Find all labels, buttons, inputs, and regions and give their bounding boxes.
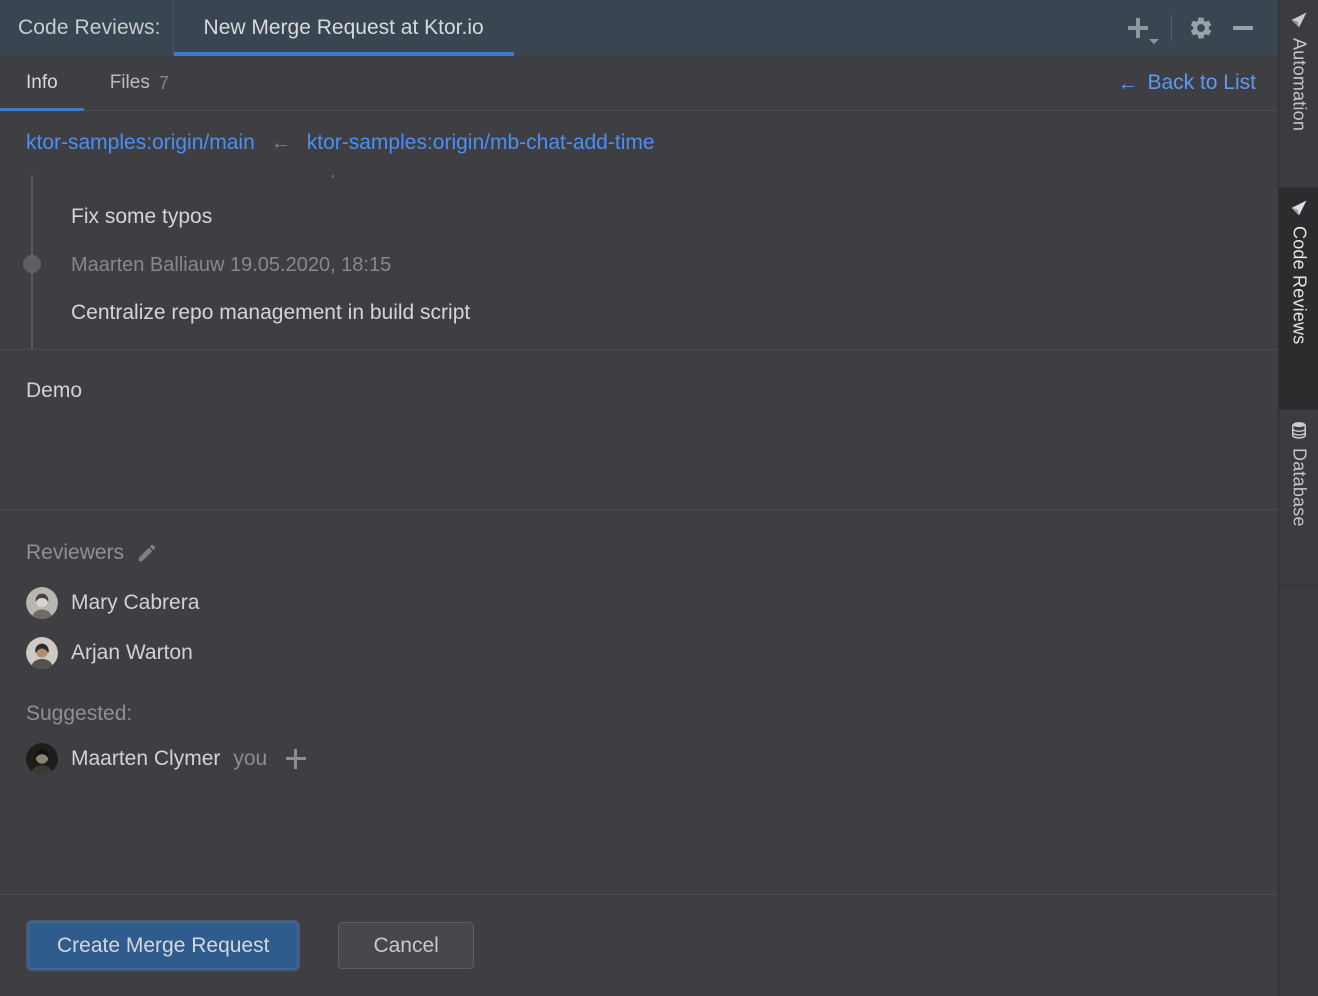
code-reviews-icon <box>1291 200 1307 216</box>
back-to-list-link[interactable]: ← Back to List <box>1117 71 1278 95</box>
app-window: Code Reviews: New Merge Request at Ktor.… <box>0 0 1318 996</box>
footer-bar: Create Merge Request Cancel <box>0 894 1278 996</box>
commit-list[interactable]: Maarten Balliauw 26.05.2020, 17:30 Fix s… <box>0 175 1278 350</box>
automation-icon <box>1291 12 1307 28</box>
commit-meta: Maarten Balliauw 26.05.2020, 17:30 <box>71 175 1278 189</box>
app-label: Code Reviews: <box>18 16 161 39</box>
add-button[interactable] <box>1113 7 1163 49</box>
tab-files[interactable]: Files 7 <box>84 56 195 111</box>
minimize-button[interactable] <box>1222 7 1264 49</box>
suggested-label: Suggested: <box>26 702 133 725</box>
source-branch-link[interactable]: ktor-samples:origin/mb-chat-add-time <box>307 131 655 155</box>
avatar-image <box>26 587 58 619</box>
gear-icon <box>1190 17 1212 39</box>
tab-info[interactable]: Info <box>0 56 84 111</box>
commit-row[interactable]: Centralize repo management in build scri… <box>0 285 1278 341</box>
tab-info-label: Info <box>26 72 58 93</box>
suggested-reviewer-row[interactable]: Maarten Clymer you <box>26 734 1252 784</box>
reviewer-row[interactable]: Arjan Warton <box>26 628 1252 678</box>
arrow-left-icon: ← <box>1117 71 1139 95</box>
tab-info-underline <box>0 107 84 111</box>
avatar <box>26 587 58 619</box>
description-section[interactable]: Demo <box>0 350 1278 510</box>
sub-tab-bar: Info Files 7 ← Back to List <box>0 56 1278 111</box>
commit-title: Fix some typos <box>71 205 213 228</box>
commit-row[interactable]: Fix some typos Maarten Balliauw 19.05.20… <box>0 189 1278 285</box>
branch-row: ktor-samples:origin/main ← ktor-samples:… <box>0 111 1278 175</box>
rail-tab-automation-label: Automation <box>1289 38 1310 132</box>
reviewers-header: Reviewers <box>26 536 1252 570</box>
minimize-icon <box>1233 26 1253 30</box>
add-reviewer-icon[interactable] <box>286 749 307 769</box>
rail-tab-database[interactable]: Database <box>1279 410 1318 586</box>
target-branch-link[interactable]: ktor-samples:origin/main <box>26 131 255 155</box>
reviewer-row[interactable]: Mary Cabrera <box>26 578 1252 628</box>
action-divider <box>1171 15 1172 41</box>
create-merge-request-button[interactable]: Create Merge Request <box>28 922 299 969</box>
avatar-image <box>26 637 58 669</box>
plus-icon <box>1128 18 1148 38</box>
cancel-button[interactable]: Cancel <box>338 922 474 969</box>
suggested-reviewer-name: Maarten Clymer <box>71 747 221 770</box>
back-to-list-label: Back to List <box>1147 71 1256 94</box>
database-icon <box>1292 422 1306 439</box>
commit-list-inner: Maarten Balliauw 26.05.2020, 17:30 Fix s… <box>0 175 1278 341</box>
tab-files-count: 7 <box>158 72 169 93</box>
arrow-left-icon: ← <box>270 131 291 154</box>
avatar <box>26 743 58 775</box>
main-column: Code Reviews: New Merge Request at Ktor.… <box>0 0 1278 996</box>
commit-meta: Maarten Balliauw 19.05.2020, 18:15 <box>71 254 392 276</box>
titlebar-actions <box>1113 0 1278 56</box>
pencil-icon[interactable] <box>136 542 158 564</box>
avatar <box>26 637 58 669</box>
avatar-image <box>26 743 58 775</box>
reviewers-label: Reviewers <box>26 541 125 564</box>
chevron-down-icon <box>1149 39 1159 44</box>
rail-tab-automation[interactable]: Automation <box>1279 0 1318 188</box>
rail-tab-code-reviews[interactable]: Code Reviews <box>1279 188 1318 410</box>
rail-spacer <box>1279 586 1318 996</box>
suggested-reviewer-you-tag: you <box>233 747 268 770</box>
rail-tab-code-reviews-label: Code Reviews <box>1289 226 1310 345</box>
commit-title: Centralize repo management in build scri… <box>71 301 471 324</box>
window-tab-label: New Merge Request at Ktor.io <box>203 16 484 39</box>
title-bar: Code Reviews: New Merge Request at Ktor.… <box>0 0 1278 56</box>
reviewers-section: Reviewers Mary Cabrera Arjan Warton Sugg… <box>0 510 1278 894</box>
tab-files-label: Files <box>109 72 150 93</box>
description-text: Demo <box>26 379 83 402</box>
right-tool-rail: Automation Code Reviews Database <box>1278 0 1318 996</box>
reviewer-name: Arjan Warton <box>71 641 193 664</box>
rail-tab-database-label: Database <box>1289 448 1310 527</box>
window-tab-new-merge-request[interactable]: New Merge Request at Ktor.io <box>173 0 514 56</box>
settings-button[interactable] <box>1180 7 1222 49</box>
commit-row[interactable]: Maarten Balliauw 26.05.2020, 17:30 <box>0 175 1278 189</box>
reviewer-name: Mary Cabrera <box>71 591 200 614</box>
